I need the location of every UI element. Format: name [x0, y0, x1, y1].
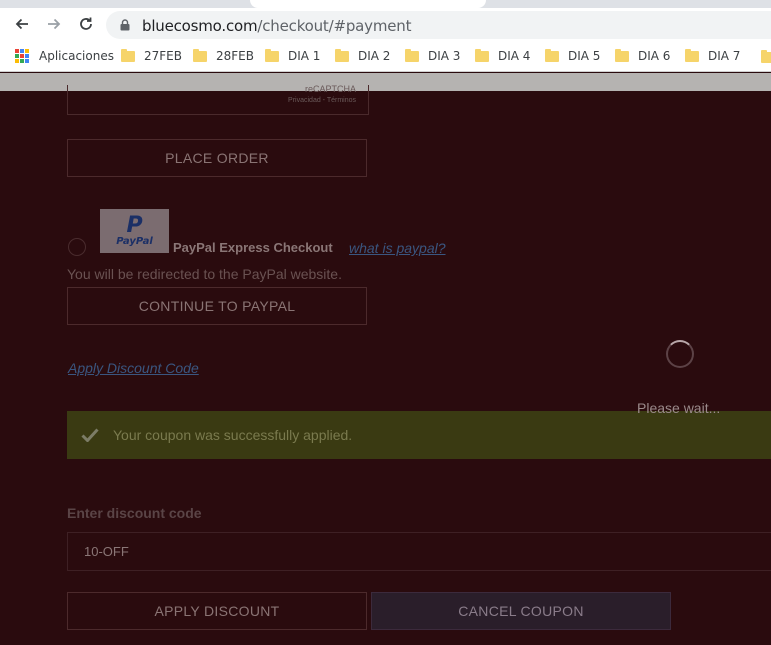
bookmark-overflow[interactable] — [761, 50, 771, 64]
bookmark-28feb[interactable]: 28FEB — [193, 48, 254, 63]
apply-discount-button[interactable]: APPLY DISCOUNT — [67, 592, 367, 630]
arrow-left-icon — [15, 18, 28, 30]
folder-icon — [761, 50, 771, 63]
bookmark-label: 28FEB — [216, 49, 254, 63]
discount-code-label: Enter discount code — [67, 505, 202, 521]
recaptcha-links[interactable]: Privacidad - Términos — [288, 95, 356, 107]
folder-icon — [265, 48, 279, 62]
bookmark-apps[interactable]: Aplicaciones — [15, 49, 114, 63]
success-text: Your coupon was successfully applied. — [113, 427, 353, 443]
bookmarks-bar: Aplicaciones 27FEB 28FEB DIA 1 DIA 2 DIA… — [0, 42, 771, 72]
apps-grid-icon — [15, 49, 29, 63]
bookmark-label: DIA 3 — [428, 49, 461, 63]
folder-icon — [405, 48, 419, 62]
tab-strip — [0, 0, 771, 8]
folder-icon — [615, 48, 629, 62]
lock-icon — [120, 19, 130, 31]
address-bar[interactable]: bluecosmo.com/checkout/#payment — [106, 11, 771, 39]
bookmark-label: 27FEB — [144, 49, 182, 63]
bookmark-label: DIA 2 — [358, 49, 391, 63]
continue-to-paypal-button[interactable]: CONTINUE TO PAYPAL — [67, 287, 367, 325]
bookmark-label: Aplicaciones — [39, 49, 114, 63]
paypal-method-title: PayPal Express Checkout — [173, 240, 333, 255]
url-text: bluecosmo.com/checkout/#payment — [142, 17, 411, 35]
paypal-radio[interactable] — [68, 238, 86, 256]
bookmark-27feb[interactable]: 27FEB — [121, 48, 182, 63]
folder-icon — [335, 48, 349, 62]
paypal-p-icon: P — [126, 212, 143, 238]
checkout-page: reCAPTCHA Privacidad - Términos PLACE OR… — [0, 84, 771, 645]
recaptcha-label: reCAPTCHA — [304, 84, 356, 94]
folder-icon — [121, 48, 135, 62]
bookmark-label: DIA 7 — [708, 49, 741, 63]
folder-icon — [545, 48, 559, 62]
reload-icon — [80, 17, 92, 30]
back-button[interactable] — [8, 10, 36, 38]
active-tab[interactable] — [250, 0, 486, 8]
bookmark-label: DIA 4 — [498, 49, 531, 63]
bookmark-label: DIA 1 — [288, 49, 321, 63]
browser-toolbar: bluecosmo.com/checkout/#payment — [0, 8, 771, 42]
checkmark-icon — [81, 428, 99, 442]
paypal-redirect-note: You will be redirected to the PayPal web… — [67, 266, 342, 282]
bookmark-dia-5[interactable]: DIA 5 — [545, 48, 601, 63]
url-path: /checkout/#payment — [257, 17, 412, 35]
discount-code-input[interactable] — [67, 532, 771, 571]
paypal-logo-text: PayPal — [116, 235, 153, 247]
coupon-success-message: Your coupon was successfully applied. — [67, 411, 771, 459]
bookmark-dia-4[interactable]: DIA 4 — [475, 48, 531, 63]
arrow-right-icon — [48, 18, 61, 30]
paypal-logo: P PayPal — [100, 209, 169, 253]
bookmark-label: DIA 6 — [638, 49, 671, 63]
folder-icon — [193, 48, 207, 62]
folder-icon — [475, 48, 489, 62]
apply-discount-link[interactable]: Apply Discount Code — [68, 360, 199, 376]
forward-button[interactable] — [40, 10, 68, 38]
bookmark-dia-6[interactable]: DIA 6 — [615, 48, 671, 63]
bookmark-label: DIA 5 — [568, 49, 601, 63]
what-is-paypal-link[interactable]: what is paypal? — [349, 240, 446, 256]
bookmark-dia-2[interactable]: DIA 2 — [335, 48, 391, 63]
url-host: bluecosmo.com — [142, 17, 258, 35]
folder-icon — [685, 48, 699, 62]
bookmark-dia-3[interactable]: DIA 3 — [405, 48, 461, 63]
cancel-coupon-button[interactable]: CANCEL COUPON — [371, 592, 671, 630]
recaptcha-widget[interactable]: reCAPTCHA Privacidad - Términos — [67, 83, 369, 115]
bookmark-dia-7[interactable]: DIA 7 — [685, 48, 741, 63]
bookmark-dia-1[interactable]: DIA 1 — [265, 48, 321, 63]
reload-button[interactable] — [72, 10, 100, 38]
recaptcha-branding: reCAPTCHA Privacidad - Términos — [288, 83, 356, 107]
please-wait-text: Please wait... — [637, 400, 721, 416]
loading-spinner-icon — [666, 340, 694, 368]
place-order-button[interactable]: PLACE ORDER — [67, 139, 367, 177]
